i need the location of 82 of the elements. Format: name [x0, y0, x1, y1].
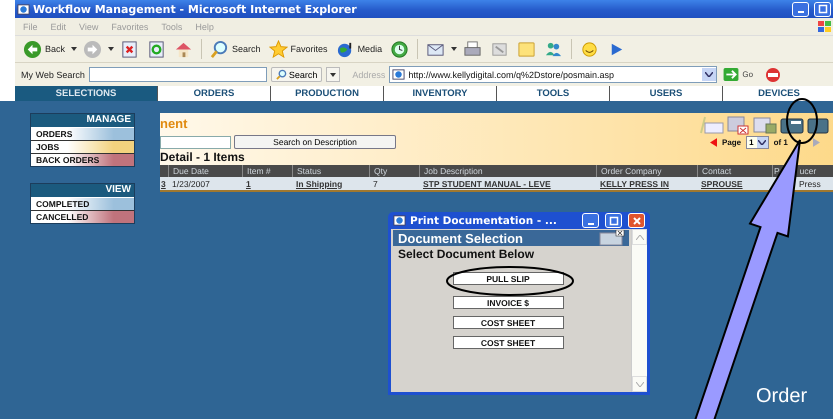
document-button[interactable]: COST SHEET [452, 336, 564, 349]
maximize-button[interactable] [814, 2, 831, 16]
page-title: nent [160, 116, 188, 132]
table-cell-text: Press [798, 178, 822, 188]
window-icon[interactable] [599, 230, 625, 246]
sidebar-item[interactable]: COMPLETED [31, 198, 134, 211]
page-icon [392, 68, 406, 81]
documents-icon[interactable] [752, 115, 778, 135]
column-header: ucer [800, 165, 816, 177]
maximize-button[interactable] [605, 213, 622, 228]
search-field[interactable] [88, 67, 267, 82]
description-field[interactable] [160, 136, 231, 148]
address-label: Address [352, 70, 386, 80]
table-cell[interactable]: 3 [160, 178, 168, 188]
smiley-icon [580, 40, 600, 58]
search-button[interactable]: Search [208, 38, 263, 60]
page-select[interactable]: 1 [746, 136, 769, 149]
search-icon [276, 69, 287, 80]
window-title: Workflow Management - Microsoft Internet Explorer [33, 2, 357, 16]
minimize-button[interactable] [582, 213, 599, 228]
sidebar-item[interactable]: BACK ORDERS [31, 154, 134, 166]
browser-icon [393, 214, 406, 227]
sidebar-item[interactable]: ORDERS [31, 128, 134, 141]
caret-icon[interactable] [71, 47, 78, 51]
windows-flag-icon [817, 20, 833, 34]
sidebar-item[interactable]: CANCELLED [31, 211, 134, 223]
table-cell[interactable]: 1 [242, 178, 292, 188]
minimize-icon [588, 222, 594, 224]
highlight-ellipse [786, 98, 818, 144]
detail-title: Detail - 1 Items [160, 150, 246, 165]
close-button[interactable] [628, 213, 645, 228]
page-label: Page [722, 138, 742, 147]
dropdown-button[interactable] [702, 68, 716, 81]
table-cell-text: 1/23/2007 [171, 178, 211, 188]
minimize-button[interactable] [792, 2, 809, 16]
table-cell[interactable]: KELLY PRESS IN [596, 178, 697, 188]
delete-document-icon[interactable] [725, 115, 751, 135]
stop-icon [120, 40, 140, 58]
favorites-button[interactable]: Favorites [266, 38, 330, 60]
search-button[interactable]: Search [270, 67, 322, 82]
refresh-icon [147, 40, 166, 58]
table-cell[interactable]: STP STUDENT MANUAL - LEVE [419, 178, 596, 188]
media-button[interactable]: Media [334, 38, 384, 60]
search-description-button[interactable]: Search on Description [234, 135, 396, 149]
minimize-icon [798, 11, 804, 13]
nav-tab[interactable]: SELECTIONS [15, 86, 157, 101]
column-header: P [774, 165, 780, 177]
toolbar-icon[interactable] [765, 66, 782, 82]
star-icon [268, 40, 288, 58]
maximize-icon [818, 4, 828, 14]
maximize-icon [608, 216, 618, 226]
popup-title: Print Documentation - ... [410, 214, 557, 226]
chevron-down-icon [758, 140, 766, 145]
annotation-label: Order [756, 385, 808, 408]
printer-icon [463, 40, 482, 58]
browser-icon [17, 2, 30, 16]
caret-icon[interactable] [451, 47, 458, 51]
caret-icon [330, 72, 336, 76]
sidebar-item[interactable]: JOBS [31, 141, 134, 154]
note-icon [517, 40, 536, 58]
document-button[interactable]: INVOICE $ [452, 296, 564, 309]
dialog-heading: Document Selection [398, 230, 523, 246]
go-button[interactable]: Go [721, 68, 756, 81]
dialog-prompt: Select Document Below [397, 246, 536, 262]
table-cell[interactable]: SPROUSE [697, 178, 772, 188]
search-icon [210, 40, 230, 58]
address-field[interactable]: http://www.kellydigital.com/q%2Dstore/posmain.asp [389, 66, 718, 83]
page-total: of 1 [774, 138, 788, 147]
chevron-down-icon [705, 72, 714, 77]
search-dropdown-button[interactable] [326, 67, 340, 82]
close-icon [632, 216, 642, 226]
search-label: My Web Search [21, 70, 85, 80]
document-button[interactable]: COST SHEET [452, 316, 564, 329]
previous-page-icon[interactable] [710, 138, 717, 147]
table-cell-text: 7 [372, 178, 379, 188]
document-icon[interactable] [698, 115, 724, 135]
back-button[interactable]: Back [21, 38, 68, 60]
caret-icon[interactable] [108, 47, 114, 51]
arrow-icon [723, 68, 740, 81]
clock-icon [390, 40, 410, 58]
table-cell[interactable]: In Shipping [292, 178, 369, 188]
document-button[interactable]: PULL SLIP [452, 272, 564, 285]
